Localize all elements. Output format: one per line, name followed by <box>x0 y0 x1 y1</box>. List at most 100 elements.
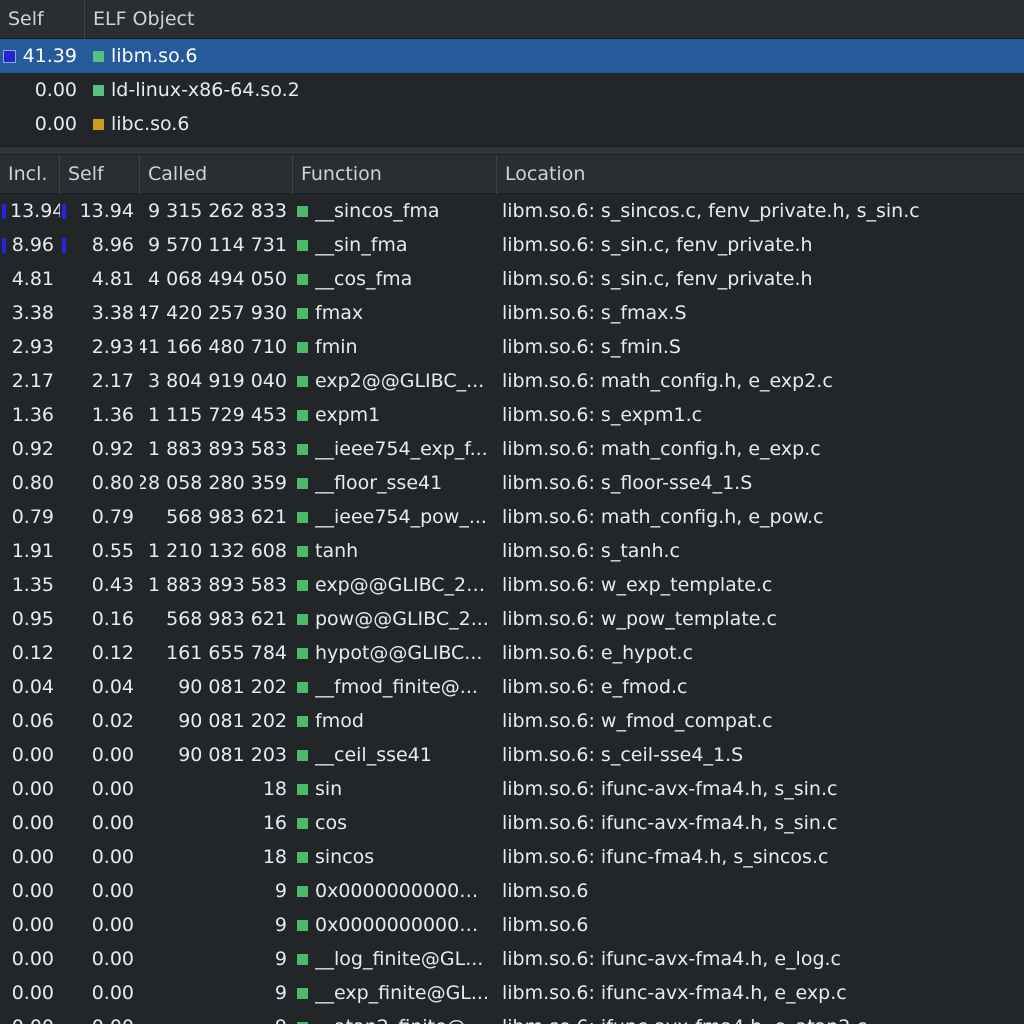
function-self-value: 0.02 <box>91 710 134 732</box>
function-location: libm.so.6: ifunc-fma4.h, s_sincos.c <box>502 846 829 868</box>
function-row[interactable]: 0.00 0.00 90 081 203 __ceil_sse41 libm.so.6:… <box>0 738 1024 772</box>
function-row[interactable]: 1.91 0.55 1 210 132 608 tanh libm.so.6: s_ta… <box>0 534 1024 568</box>
function-name: fmod <box>315 710 364 732</box>
function-location: libm.so.6: e_hypot.c <box>502 642 694 664</box>
function-self-cell: 0.00 <box>60 942 140 976</box>
function-row[interactable]: 0.00 0.00 9 0x00000000000... libm.so.6 <box>0 908 1024 942</box>
function-row[interactable]: 2.17 2.17 3 804 919 040 exp2@@GLIBC_... libm… <box>0 364 1024 398</box>
function-incl-cell: 3.38 <box>0 296 60 330</box>
function-called-value: 90 081 202 <box>178 676 287 698</box>
function-called-value: 4 068 494 050 <box>147 268 287 290</box>
function-location-cell: libm.so.6: s_fmax.S <box>497 296 1024 330</box>
function-self-cell: 2.93 <box>60 330 140 364</box>
function-row[interactable]: 0.00 0.00 9 0x00000000000... libm.so.6 <box>0 874 1024 908</box>
function-called-value: 568 983 621 <box>166 506 287 528</box>
function-self-value: 13.94 <box>79 200 134 222</box>
column-header-elf-object[interactable]: ELF Object <box>85 0 1024 39</box>
function-row[interactable]: 2.93 2.93 41 166 480 710 fmin libm.so.6: s_f… <box>0 330 1024 364</box>
function-row[interactable]: 0.00 0.00 9 __atan2_finite@... libm.so.6: if… <box>0 1010 1024 1024</box>
elf-self-cost-cell: 41.39 <box>0 39 85 73</box>
function-row[interactable]: 0.00 0.00 9 __log_finite@GL... libm.so.6: if… <box>0 942 1024 976</box>
function-called-value: 41 166 480 710 <box>140 336 287 358</box>
function-location-cell: libm.so.6: e_fmod.c <box>497 670 1024 704</box>
function-name-cell: exp@@GLIBC_2.... <box>293 568 497 602</box>
function-called-cell: 90 081 202 <box>140 670 293 704</box>
function-row[interactable]: 8.96 8.96 9 570 114 731 __sin_fma libm.so.6:… <box>0 228 1024 262</box>
cost-indicator-icon <box>2 49 16 63</box>
function-location: libm.so.6: s_fmin.S <box>502 336 681 358</box>
function-location-cell: libm.so.6: s_floor-sse4_1.S <box>497 466 1024 500</box>
function-location: libm.so.6: math_config.h, e_exp.c <box>502 438 821 460</box>
function-name-cell: sincos <box>293 840 497 874</box>
function-color-swatch-icon <box>297 239 308 251</box>
function-location-cell: libm.so.6: s_expm1.c <box>497 398 1024 432</box>
function-row[interactable]: 3.38 3.38 47 420 257 930 fmax libm.so.6: s_f… <box>0 296 1024 330</box>
function-self-value: 0.00 <box>92 1010 134 1024</box>
function-self-cell: 3.38 <box>60 296 140 330</box>
function-location: libm.so.6: ifunc-avx-fma4.h, s_sin.c <box>502 778 838 800</box>
function-row[interactable]: 0.00 0.00 9 __exp_finite@GL... libm.so.6: if… <box>0 976 1024 1010</box>
function-row[interactable]: 0.00 0.00 18 sincos libm.so.6: ifunc-fma4.h,… <box>0 840 1024 874</box>
function-incl-cell: 0.06 <box>0 704 60 738</box>
function-called-value: 9 <box>274 982 287 1004</box>
function-color-swatch-icon <box>297 749 308 761</box>
function-color-swatch-icon <box>297 919 308 931</box>
function-location: libm.so.6: s_fmax.S <box>502 302 687 324</box>
function-row[interactable]: 4.81 4.81 4 068 494 050 __cos_fma libm.so.6:… <box>0 262 1024 296</box>
function-row[interactable]: 0.00 0.00 16 cos libm.so.6: ifunc-avx-fma4.h… <box>0 806 1024 840</box>
function-incl-value: 1.35 <box>11 574 54 596</box>
elf-object-row[interactable]: 0.00 ld-linux-x86-64.so.2 <box>0 73 1024 107</box>
function-self-cell: 0.00 <box>60 976 140 1010</box>
elf-object-row[interactable]: 0.00 libc.so.6 <box>0 107 1024 141</box>
function-color-swatch-icon <box>297 341 308 353</box>
function-incl-cell: 8.96 <box>0 228 60 262</box>
function-called-cell: 4 068 494 050 <box>140 262 293 296</box>
column-header-function[interactable]: Function <box>293 154 497 194</box>
function-name-cell: __floor_sse41 <box>293 466 497 500</box>
function-location-cell: libm.so.6: s_sin.c, fenv_private.h <box>497 262 1024 296</box>
function-called-cell: 568 983 621 <box>140 500 293 534</box>
function-row[interactable]: 0.04 0.04 90 081 202 __fmod_finite@... libm.… <box>0 670 1024 704</box>
function-name-cell: __ieee754_pow_... <box>293 500 497 534</box>
function-incl-cell: 2.17 <box>0 364 60 398</box>
column-header-location[interactable]: Location <box>497 155 1024 194</box>
function-color-swatch-icon <box>297 715 308 727</box>
function-self-value: 0.00 <box>91 948 134 970</box>
function-row[interactable]: 0.79 0.79 568 983 621 __ieee754_pow_... libm… <box>0 500 1024 534</box>
function-name-cell: __sin_fma <box>293 228 497 262</box>
column-header-incl[interactable]: Incl. <box>0 154 60 194</box>
function-self-value: 3.38 <box>91 302 134 324</box>
function-incl-value: 0.00 <box>11 914 54 936</box>
column-header-self[interactable]: Self <box>0 0 85 39</box>
function-incl-cell: 0.79 <box>0 500 60 534</box>
function-row[interactable]: 0.92 0.92 1 883 893 583 __ieee754_exp_f... l… <box>0 432 1024 466</box>
function-name-cell: __sincos_fma <box>293 194 497 228</box>
function-location-cell: libm.so.6: ifunc-avx-fma4.h, e_atan2.c <box>497 1010 1024 1024</box>
function-row[interactable]: 0.12 0.12 161 655 784 hypot@@GLIBC... libm.s… <box>0 636 1024 670</box>
function-name: __exp_finite@GL... <box>315 982 489 1004</box>
elf-object-header: Self ELF Object <box>0 0 1024 39</box>
function-incl-value: 0.12 <box>11 642 54 664</box>
function-name: __ieee754_exp_f... <box>315 438 488 460</box>
function-row[interactable]: 0.95 0.16 568 983 621 pow@@GLIBC_2... libm.s… <box>0 602 1024 636</box>
column-header-self[interactable]: Self <box>60 154 140 194</box>
function-self-value: 0.12 <box>91 642 134 664</box>
function-row[interactable]: 13.94 13.94 9 315 262 833 __sincos_fma libm.… <box>0 194 1024 228</box>
function-incl-value: 0.00 <box>11 846 54 868</box>
function-name-cell: hypot@@GLIBC... <box>293 636 497 670</box>
function-name-cell: fmod <box>293 704 497 738</box>
function-name: __ceil_sse41 <box>315 744 432 766</box>
function-location: libm.so.6 <box>502 914 589 936</box>
function-row[interactable]: 0.80 0.80 28 058 280 359 __floor_sse41 libm.… <box>0 466 1024 500</box>
elf-object-row[interactable]: 41.39 libm.so.6 <box>0 39 1024 73</box>
function-row[interactable]: 1.36 1.36 1 115 729 453 expm1 libm.so.6: s_e… <box>0 398 1024 432</box>
function-called-value: 1 883 893 583 <box>147 574 287 596</box>
function-self-value: 0.00 <box>91 846 134 868</box>
function-row[interactable]: 0.06 0.02 90 081 202 fmod libm.so.6: w_fmod_… <box>0 704 1024 738</box>
function-called-value: 28 058 280 359 <box>140 472 287 494</box>
function-location: libm.so.6: s_tanh.c <box>502 540 680 562</box>
function-row[interactable]: 0.00 0.00 18 sin libm.so.6: ifunc-avx-fma4.h… <box>0 772 1024 806</box>
column-header-called[interactable]: Called <box>140 154 293 194</box>
function-called-value: 47 420 257 930 <box>140 302 287 324</box>
function-row[interactable]: 1.35 0.43 1 883 893 583 exp@@GLIBC_2.... lib… <box>0 568 1024 602</box>
